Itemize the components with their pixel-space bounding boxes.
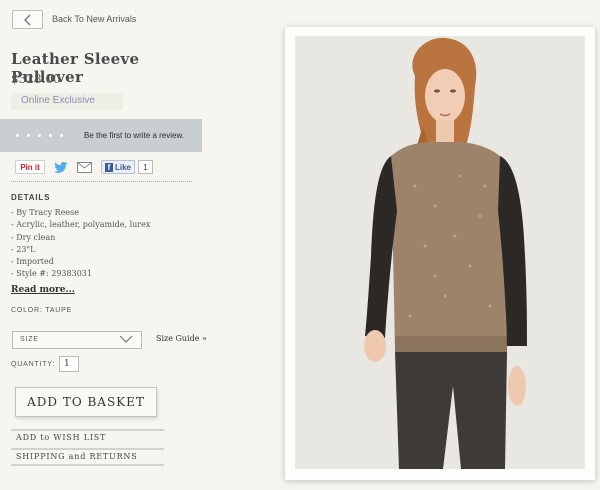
detail-item: - Acrylic, leather, polyamide, lurex [11,220,151,230]
divider [11,181,192,182]
email-icon[interactable] [77,161,92,173]
twitter-icon[interactable] [54,161,68,173]
size-select-value: SIZE [20,336,39,343]
star-icon [27,134,30,137]
details-list: - By Tracy Reese - Acrylic, leather, pol… [11,207,150,281]
review-bar[interactable]: Be the first to write a review. [0,119,202,152]
back-link[interactable]: Back To New Arrivals [52,14,136,24]
online-exclusive-badge: Online Exclusive [11,93,123,110]
model-illustration [295,36,585,469]
like-count: 1 [138,160,154,174]
detail-item: - 23"L [11,244,36,254]
facebook-icon: f [105,162,113,172]
product-photo[interactable] [295,36,585,469]
add-to-basket-button[interactable]: ADD TO BASKET [15,387,157,417]
shipping-returns-link[interactable]: SHIPPING and RETURNS [11,448,164,466]
pinterest-button[interactable]: Pin it [15,160,45,174]
chevron-down-icon [119,335,133,343]
quantity-input[interactable]: 1 [59,356,79,372]
product-info-panel: Back To New Arrivals Leather Sleeve Pull… [0,0,210,490]
facebook-like-button[interactable]: f Like [101,160,136,174]
quantity-label: QUANTITY: [11,361,56,368]
rating-stars[interactable] [0,134,84,137]
detail-item: - By Tracy Reese [11,208,79,217]
detail-item: - Style #: 29383031 [11,269,92,279]
star-icon [16,134,19,137]
detail-item: - Dry clean [11,232,56,242]
product-price: $328.00 [11,72,61,86]
write-review-link[interactable]: Be the first to write a review. [84,131,184,140]
star-icon [60,134,63,137]
add-to-wish-list-link[interactable]: ADD to WISH LIST [11,429,164,444]
read-more-link[interactable]: Read more... [11,285,75,295]
detail-item: - Imported [11,257,54,267]
product-image-frame [285,27,595,480]
star-icon [38,134,41,137]
like-label: Like [115,162,132,172]
share-row: Pin it f Like 1 [15,160,154,174]
star-icon [49,134,52,137]
chevron-left-icon [24,14,31,25]
size-guide-link[interactable]: Size Guide » [156,334,207,343]
color-label: COLOR: TAUPE [11,307,73,314]
details-heading: DETAILS [11,193,51,202]
back-button[interactable] [12,10,43,29]
size-select[interactable]: SIZE [12,331,142,349]
